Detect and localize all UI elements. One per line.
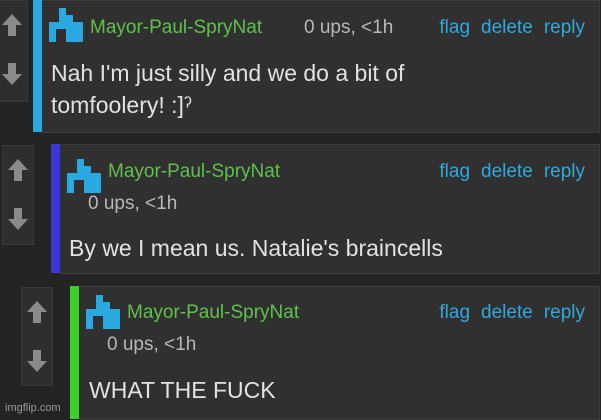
vote-box: [2, 145, 34, 245]
arrow-down-icon: [8, 208, 28, 230]
comment-body: Nah I'm just silly and we do a bit of to…: [51, 60, 405, 118]
comment-meta: 0 ups, <1h: [88, 193, 178, 214]
pixel-avatar-icon[interactable]: [86, 295, 120, 329]
comment-card: Mayor-Paul-SpryNat 0 ups, <1h flag delet…: [60, 144, 600, 274]
thread-bar: [33, 0, 42, 132]
upvote-button[interactable]: [3, 149, 33, 191]
username-link[interactable]: Mayor-Paul-SpryNat: [90, 17, 262, 39]
comment-card: Mayor-Paul-SpryNat 0 ups, <1h flag delet…: [79, 286, 600, 420]
flag-link[interactable]: flag: [439, 161, 470, 183]
vote-box: [21, 287, 53, 386]
upvote-button[interactable]: [0, 4, 27, 46]
delete-link[interactable]: delete: [481, 302, 533, 324]
thread-bar: [51, 144, 60, 273]
comment-actions: flag delete reply: [439, 302, 585, 324]
delete-link[interactable]: delete: [481, 17, 533, 39]
arrow-up-icon: [8, 159, 28, 181]
downvote-button[interactable]: [0, 53, 27, 95]
comment-card: Mayor-Paul-SpryNat 0 ups, <1h flag delet…: [42, 0, 600, 133]
comment-actions: flag delete reply: [439, 161, 585, 183]
downvote-button[interactable]: [3, 198, 33, 240]
delete-link[interactable]: delete: [481, 161, 533, 183]
comment-body: By we I mean us. Natalie's braincells: [69, 235, 443, 261]
reply-link[interactable]: reply: [544, 17, 585, 39]
username-link[interactable]: Mayor-Paul-SpryNat: [108, 161, 280, 183]
comment-actions: flag delete reply: [439, 17, 585, 39]
comment-meta: 0 ups, <1h: [304, 17, 394, 38]
reply-link[interactable]: reply: [544, 302, 585, 324]
downvote-button[interactable]: [22, 340, 52, 382]
upvote-button[interactable]: [22, 291, 52, 333]
username-link[interactable]: Mayor-Paul-SpryNat: [127, 302, 299, 324]
reply-link[interactable]: reply: [544, 161, 585, 183]
pixel-avatar-icon[interactable]: [49, 8, 83, 42]
comment-body: WHAT THE FUCK: [89, 377, 276, 403]
comment-meta: 0 ups, <1h: [107, 334, 197, 355]
arrow-up-icon: [27, 301, 47, 323]
flag-link[interactable]: flag: [439, 17, 470, 39]
pixel-avatar-icon[interactable]: [67, 159, 101, 193]
vote-box: [0, 0, 28, 102]
thread-bar: [70, 286, 79, 419]
arrow-up-icon: [2, 14, 22, 36]
flag-link[interactable]: flag: [439, 302, 470, 324]
watermark: imgflip.com: [5, 402, 61, 414]
arrow-down-icon: [27, 350, 47, 372]
arrow-down-icon: [2, 63, 22, 85]
